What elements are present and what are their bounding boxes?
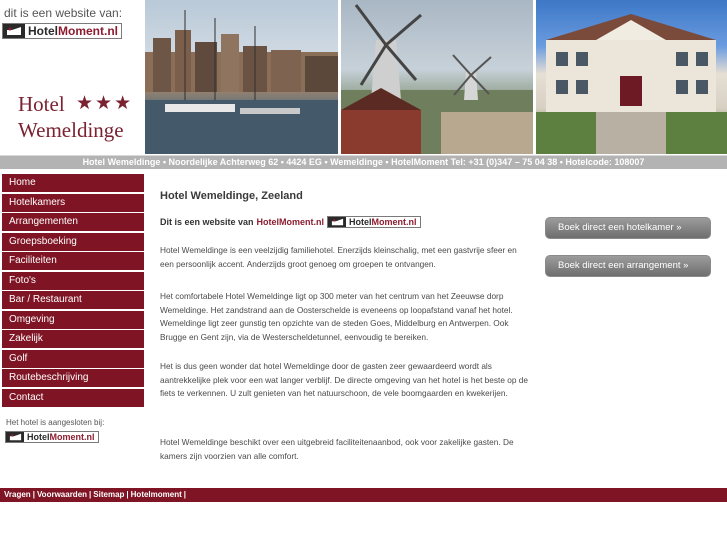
footer-link-hotelmoment[interactable]: Hotelmoment bbox=[131, 490, 182, 499]
bed-icon bbox=[6, 432, 24, 442]
logo-part-b: Moment.nl bbox=[49, 432, 95, 442]
footer-link-vragen[interactable]: Vragen bbox=[4, 490, 31, 499]
paragraph-2: Het comfortabele Hotel Wemeldinge ligt o… bbox=[160, 291, 513, 343]
footer-bar: Vragen | Voorwaarden | Sitemap | Hotelmoment | bbox=[0, 488, 727, 502]
hotel-photo bbox=[536, 0, 727, 154]
nav-item-arrangementen[interactable]: Arrangementen bbox=[2, 213, 144, 231]
nav-item-faciliteiten[interactable]: Faciliteiten bbox=[2, 252, 144, 270]
logo-part-a: Hotel bbox=[349, 217, 372, 227]
footer-link-sitemap[interactable]: Sitemap bbox=[93, 490, 124, 499]
hotelmoment-link[interactable]: HotelMoment.nl bbox=[257, 217, 325, 227]
hotel-stars: ★★★ bbox=[76, 93, 134, 114]
intro-text: Dit is een website van bbox=[160, 217, 254, 227]
tagline: dit is een website van: bbox=[4, 6, 123, 20]
logo-part-a: Hotel bbox=[28, 24, 58, 38]
main-content: Hotel Wemeldinge, Zeeland Dit is een web… bbox=[160, 190, 530, 461]
footer-separator: | bbox=[183, 490, 187, 499]
site-header: dit is een website van: HotelMoment.nl H… bbox=[0, 0, 727, 169]
logo-part-b: Moment.nl bbox=[371, 217, 417, 227]
brand-panel: dit is een website van: HotelMoment.nl H… bbox=[0, 0, 145, 156]
hotel-name: Hotel bbox=[18, 92, 65, 116]
hotel-place: Wemeldinge bbox=[18, 118, 124, 142]
nav-item-bar-restaurant[interactable]: Bar / Restaurant bbox=[2, 291, 144, 309]
book-room-button[interactable]: Boek direct een hotelkamer » bbox=[545, 217, 711, 239]
nav-item-golf[interactable]: Golf bbox=[2, 349, 144, 368]
member-hotelmoment-logo[interactable]: HotelMoment.nl bbox=[5, 428, 99, 446]
paragraph-1: Hotel Wemeldinge is een veelzijdig famil… bbox=[160, 245, 517, 269]
page-title: Hotel Wemeldinge, Zeeland bbox=[160, 190, 303, 202]
member-text: Het hotel is aangesloten bij: bbox=[6, 418, 105, 427]
inline-hotelmoment-logo[interactable]: HotelMoment.nl bbox=[327, 216, 421, 228]
nav-item-routebeschrijving[interactable]: Routebeschrijving bbox=[2, 369, 144, 387]
sidebar-nav: Home Hotelkamers Arrangementen Groepsboe… bbox=[2, 174, 144, 408]
logo-part-a: Hotel bbox=[27, 432, 50, 442]
nav-item-omgeving[interactable]: Omgeving bbox=[2, 310, 144, 329]
nav-item-fotos[interactable]: Foto's bbox=[2, 271, 144, 290]
nav-item-home[interactable]: Home bbox=[2, 174, 144, 192]
paragraph-3: Het is dus geen wonder dat hotel Wemeldi… bbox=[160, 361, 529, 399]
intro-line: Dit is een website van HotelMoment.nl Ho… bbox=[160, 216, 421, 228]
nav-item-zakelijk[interactable]: Zakelijk bbox=[2, 330, 144, 348]
nav-item-groepsboeking[interactable]: Groepsboeking bbox=[2, 232, 144, 251]
bed-icon bbox=[3, 24, 25, 38]
footer-link-voorwaarden[interactable]: Voorwaarden bbox=[37, 490, 87, 499]
nav-item-hotelkamers[interactable]: Hotelkamers bbox=[2, 193, 144, 212]
book-package-button[interactable]: Boek direct een arrangement » bbox=[545, 255, 711, 277]
hotelmoment-logo[interactable]: HotelMoment.nl bbox=[2, 23, 122, 41]
paragraph-4: Hotel Wemeldinge beschikt over een uitge… bbox=[160, 437, 514, 461]
logo-part-b: Moment.nl bbox=[58, 24, 118, 38]
windmill-photo bbox=[341, 0, 533, 154]
nav-item-contact[interactable]: Contact bbox=[2, 388, 144, 407]
harbour-photo bbox=[145, 0, 338, 154]
bed-icon bbox=[328, 217, 347, 227]
address-bar: Hotel Wemeldinge • Noordelijke Achterweg… bbox=[0, 155, 727, 169]
